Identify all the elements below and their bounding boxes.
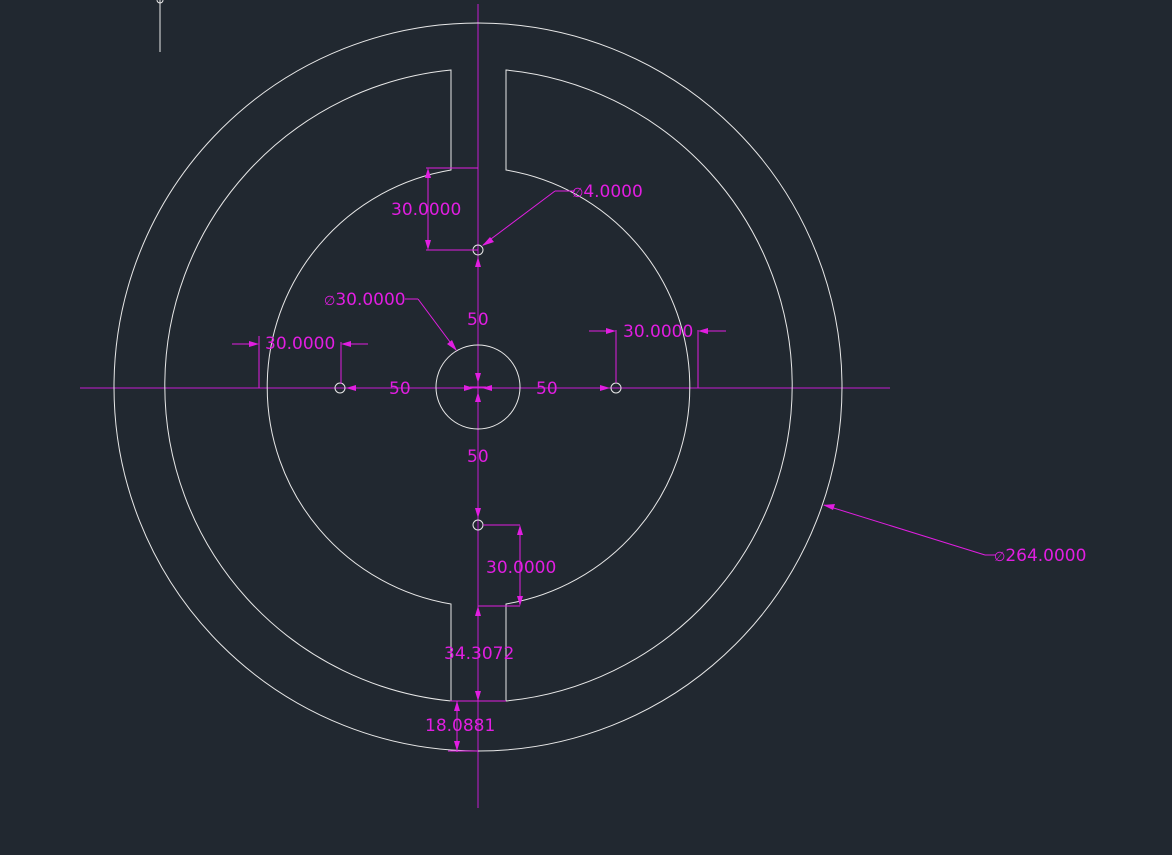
dim-horizontal-spacing-right[interactable]: 50 [482,379,610,399]
dim-right-hole-offset[interactable]: 30.0000 [589,322,726,388]
dim-center-hole-diameter-text: ∅30.0000 [324,290,406,310]
diameter-symbol: ∅ [994,550,1005,565]
ucs-icon [156,0,164,52]
dim-top-hole-offset-text: 30.0000 [391,200,461,220]
dim-vertical-spacing-top-text: 50 [467,310,489,330]
dim-small-hole-diameter[interactable]: ∅4.0000 [482,182,643,246]
dim-small-hole-diameter-text: ∅4.0000 [572,182,643,202]
dim-horizontal-spacing-left[interactable]: 50 [346,379,474,399]
cad-drawing[interactable]: 30.0000 ∅4.0000 ∅30.0000 50 50 50 50 30.… [0,0,1172,850]
dim-bottom-hole-offset-text: 30.0000 [486,558,556,578]
dim-top-hole-offset[interactable]: 30.0000 [391,167,478,251]
dim-center-hole-diameter[interactable]: ∅30.0000 [324,290,457,351]
diameter-symbol: ∅ [324,294,335,309]
dim-right-hole-offset-text: 30.0000 [623,322,693,342]
dim-left-hole-offset-text: 30.0000 [265,334,335,354]
dim-slot-depth[interactable]: 34.3072 [444,606,514,702]
dim-outer-diameter[interactable]: ∅264.0000 [823,504,1086,566]
drawing-viewport[interactable]: 30.0000 ∅4.0000 ∅30.0000 50 50 50 50 30.… [0,0,1172,850]
dim-rim-thickness[interactable]: 18.0881 [425,700,495,752]
dim-outer-diameter-text: ∅264.0000 [994,546,1086,566]
dim-horizontal-spacing-right-text: 50 [536,379,558,399]
dim-slot-depth-text: 34.3072 [444,644,514,664]
diameter-symbol: ∅ [572,186,583,201]
dim-vertical-spacing-bottom-text: 50 [467,447,489,467]
dim-rim-thickness-text: 18.0881 [425,716,495,736]
dim-horizontal-spacing-left-text: 50 [389,379,411,399]
dim-left-hole-offset[interactable]: 30.0000 [232,334,368,388]
